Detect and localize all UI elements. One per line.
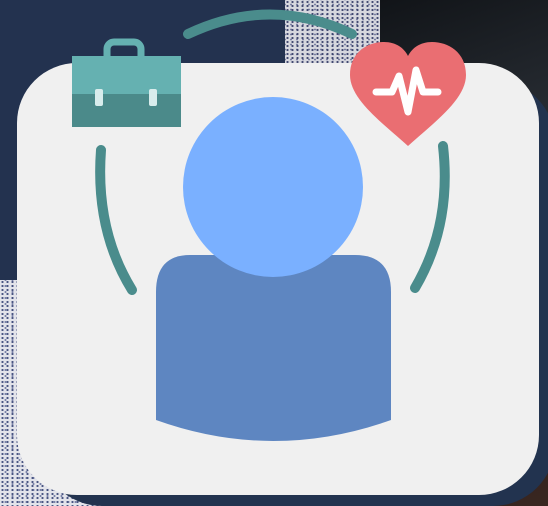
- heart-pulse-icon: [350, 42, 466, 146]
- person-icon: [156, 97, 391, 441]
- right-arc: [410, 141, 450, 293]
- top-arc: [183, 9, 357, 39]
- person-head: [183, 97, 363, 277]
- left-arc: [95, 145, 137, 295]
- briefcase-icon: [72, 38, 181, 127]
- person-body: [156, 255, 391, 441]
- work-life-balance-graphic: [72, 9, 466, 441]
- illustration-canvas: [0, 0, 548, 506]
